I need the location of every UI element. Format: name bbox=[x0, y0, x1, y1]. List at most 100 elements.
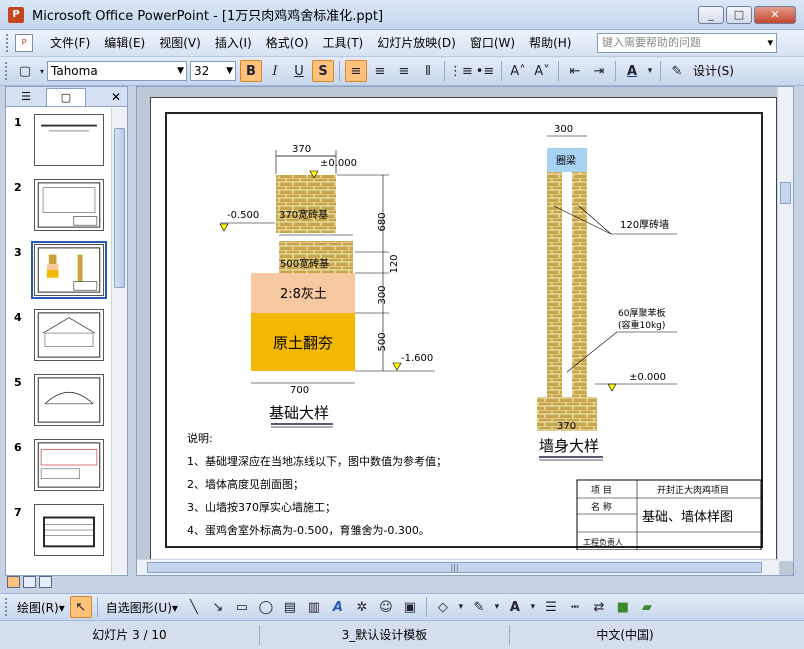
font-size-select[interactable]: 32 ▼ bbox=[190, 61, 236, 81]
fill-color-icon[interactable]: ◇ bbox=[432, 596, 454, 618]
level-marker-icon bbox=[219, 223, 229, 232]
close-icon[interactable]: ✕ bbox=[111, 90, 121, 104]
scrollbar-thumb[interactable] bbox=[114, 128, 125, 288]
label-lime-soil: 2:8灰土 bbox=[280, 287, 327, 302]
menu-window[interactable]: 窗口(W) bbox=[463, 32, 522, 54]
separator bbox=[615, 61, 616, 81]
slide-thumbnail-4[interactable]: 4 bbox=[12, 309, 108, 363]
document-icon[interactable]: P bbox=[15, 34, 33, 52]
autoshapes-menu-button[interactable]: 自选图形(U)▾ bbox=[102, 599, 182, 616]
chevron-down-icon[interactable]: ▾ bbox=[645, 60, 655, 82]
thumbnail-image bbox=[34, 439, 104, 491]
chevron-down-icon[interactable]: ▼ bbox=[177, 62, 184, 80]
drawing-frame: 370 ±0.000 -0.500 370宽砖基 500宽砖基 2:8灰土 原土… bbox=[165, 112, 763, 550]
design-icon[interactable]: ✎ bbox=[666, 60, 688, 82]
slide-sorter-icon[interactable] bbox=[23, 576, 36, 588]
vertical-textbox-icon[interactable]: ▥ bbox=[303, 596, 325, 618]
table-key-manager: 工程负责人 bbox=[583, 537, 623, 547]
font-color-icon[interactable]: A bbox=[504, 596, 526, 618]
separator bbox=[501, 61, 502, 81]
slide-thumbnail-3[interactable]: 3 bbox=[12, 241, 108, 299]
shadow-button[interactable]: S bbox=[312, 60, 334, 82]
brick-footing-370 bbox=[276, 175, 336, 233]
underline-button[interactable]: U bbox=[288, 60, 310, 82]
tab-slides[interactable]: ▢ bbox=[46, 87, 86, 106]
chevron-down-icon[interactable]: ▾ bbox=[492, 596, 502, 618]
maximize-button[interactable]: □ bbox=[726, 5, 752, 24]
draw-menu-button[interactable]: 绘图(R)▾ bbox=[13, 599, 69, 616]
increase-indent-icon[interactable]: ⇥ bbox=[588, 60, 610, 82]
slide-thumbnail-1[interactable]: 1 bbox=[12, 114, 108, 168]
menu-tools[interactable]: 工具(T) bbox=[316, 32, 371, 54]
slide-thumbnail-7[interactable]: 7 bbox=[12, 504, 108, 558]
picture-icon[interactable]: ▣ bbox=[399, 596, 421, 618]
arrow-icon[interactable]: ↘ bbox=[207, 596, 229, 618]
bullets-icon[interactable]: •≡ bbox=[474, 60, 496, 82]
line-style-icon[interactable]: ☰ bbox=[540, 596, 562, 618]
slide-thumbnail-6[interactable]: 6 bbox=[12, 439, 108, 493]
design-button[interactable]: 设计(S) bbox=[689, 60, 738, 82]
slide-vertical-scrollbar[interactable] bbox=[777, 87, 793, 561]
bold-button[interactable]: B bbox=[240, 60, 262, 82]
oval-icon[interactable]: ◯ bbox=[255, 596, 277, 618]
dash-style-icon[interactable]: ┅ bbox=[564, 596, 586, 618]
chevron-down-icon[interactable]: ▾ bbox=[767, 34, 773, 52]
chevron-down-icon[interactable]: ▼ bbox=[226, 62, 233, 80]
slide-horizontal-scrollbar[interactable]: ||| bbox=[137, 559, 779, 575]
menu-insert[interactable]: 插入(I) bbox=[208, 32, 259, 54]
formatting-toolbar: ▢ ▾ Tahoma ▼ 32 ▼ B I U S ≡ ≡ ≡ ⦀ ⋮≡ •≡ … bbox=[0, 57, 804, 86]
font-name-select[interactable]: Tahoma ▼ bbox=[47, 61, 187, 81]
wordart-icon[interactable]: A bbox=[327, 596, 349, 618]
3d-style-icon[interactable]: ▰ bbox=[636, 596, 658, 618]
align-center-icon[interactable]: ≡ bbox=[369, 60, 391, 82]
chevron-down-icon[interactable]: ▾ bbox=[528, 596, 538, 618]
align-right-icon[interactable]: ≡ bbox=[393, 60, 415, 82]
line-color-icon[interactable]: ✎ bbox=[468, 596, 490, 618]
grip-icon[interactable] bbox=[5, 62, 8, 80]
slide-canvas[interactable]: 370 ±0.000 -0.500 370宽砖基 500宽砖基 2:8灰土 原土… bbox=[150, 97, 777, 562]
rectangle-icon[interactable]: ▭ bbox=[231, 596, 253, 618]
decrease-font-icon[interactable]: A˅ bbox=[531, 60, 553, 82]
menu-edit[interactable]: 编辑(E) bbox=[97, 32, 152, 54]
thumbnail-image bbox=[34, 179, 104, 231]
view-switcher bbox=[7, 576, 67, 590]
toolbar-options-icon[interactable]: ▾ bbox=[38, 60, 46, 82]
menu-format[interactable]: 格式(O) bbox=[259, 32, 316, 54]
align-left-icon[interactable]: ≡ bbox=[345, 60, 367, 82]
menu-file[interactable]: 文件(F) bbox=[43, 32, 97, 54]
tab-outline[interactable]: ☰ bbox=[6, 88, 46, 106]
chevron-down-icon[interactable]: ▾ bbox=[456, 596, 466, 618]
minimize-button[interactable]: _ bbox=[698, 5, 724, 24]
italic-button[interactable]: I bbox=[264, 60, 286, 82]
grip-icon[interactable] bbox=[6, 34, 9, 52]
slide-thumbnail-2[interactable]: 2 bbox=[12, 179, 108, 233]
grip-icon[interactable] bbox=[5, 598, 8, 616]
diagram-icon[interactable]: ✲ bbox=[351, 596, 373, 618]
line-icon[interactable]: ╲ bbox=[183, 596, 205, 618]
thumbnail-image bbox=[34, 114, 104, 166]
increase-font-icon[interactable]: A˄ bbox=[507, 60, 529, 82]
textbox-icon[interactable]: ▤ bbox=[279, 596, 301, 618]
shadow-style-icon[interactable]: ■ bbox=[612, 596, 634, 618]
detail-drawing: 370 ±0.000 -0.500 370宽砖基 500宽砖基 2:8灰土 原土… bbox=[187, 124, 762, 550]
scrollbar-thumb[interactable]: ||| bbox=[147, 562, 762, 573]
clipart-icon[interactable]: ☺ bbox=[375, 596, 397, 618]
help-search-input[interactable]: 键入需要帮助的问题 ▾ bbox=[597, 33, 777, 53]
menu-help[interactable]: 帮助(H) bbox=[522, 32, 578, 54]
select-pointer-icon[interactable]: ↖ bbox=[69, 596, 92, 618]
close-button[interactable]: ✕ bbox=[754, 5, 796, 24]
numbering-icon[interactable]: ⋮≡ bbox=[449, 60, 473, 82]
arrow-style-icon[interactable]: ⇄ bbox=[588, 596, 610, 618]
new-document-icon[interactable]: ▢ bbox=[14, 60, 36, 82]
menu-view[interactable]: 视图(V) bbox=[152, 32, 208, 54]
normal-view-icon[interactable] bbox=[7, 576, 20, 588]
decrease-indent-icon[interactable]: ⇤ bbox=[564, 60, 586, 82]
menu-slideshow[interactable]: 幻灯片放映(D) bbox=[370, 32, 463, 54]
thumbnail-scrollbar[interactable] bbox=[111, 108, 127, 574]
font-color-icon[interactable]: A bbox=[621, 60, 643, 82]
scrollbar-thumb[interactable] bbox=[780, 182, 791, 204]
distribute-icon[interactable]: ⦀ bbox=[417, 60, 439, 82]
slideshow-icon[interactable] bbox=[39, 576, 52, 588]
slide-thumbnail-5[interactable]: 5 bbox=[12, 374, 108, 428]
label-370-footing: 370宽砖基 bbox=[279, 208, 328, 221]
